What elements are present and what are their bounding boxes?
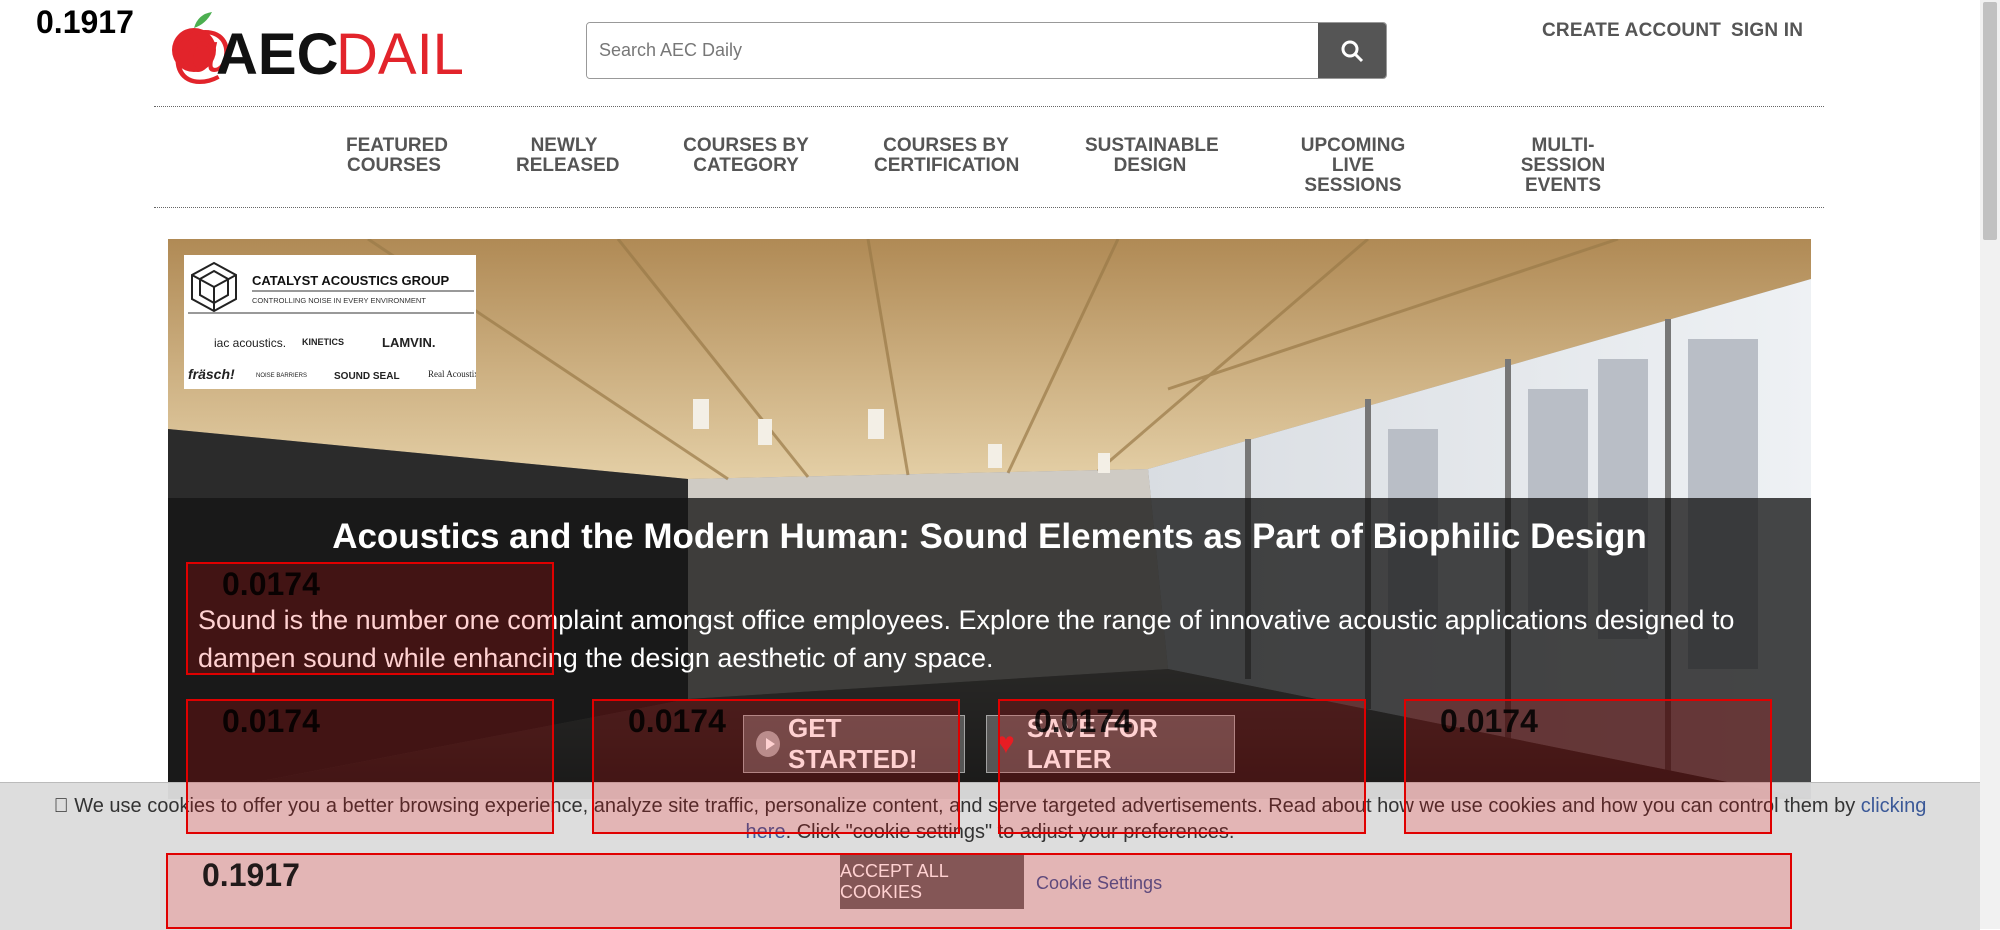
search-input[interactable]: [587, 23, 1319, 78]
create-account-link[interactable]: CREATE ACCOUNT: [1542, 20, 1721, 42]
detection-box: 0.0174: [186, 699, 554, 834]
svg-text:SOUND SEAL: SOUND SEAL: [334, 371, 400, 382]
search-icon: [1341, 40, 1364, 62]
nav-multi-session-events[interactable]: MULTI-SESSION EVENTS: [1490, 136, 1636, 196]
detection-box-wide: 0.1917: [166, 853, 1792, 929]
overlay-score-top: 0.1917: [36, 4, 134, 40]
svg-text:LAMVIN.: LAMVIN.: [382, 335, 435, 350]
sponsor-tagline: CONTROLLING NOISE IN EVERY ENVIRONMENT: [252, 296, 426, 305]
nav-featured-courses[interactable]: FEATURED COURSES: [346, 136, 448, 176]
nav-upcoming-live-sessions[interactable]: UPCOMING LIVE SESSIONS: [1282, 136, 1424, 196]
svg-text:NOISE BARRIERS: NOISE BARRIERS: [256, 373, 307, 379]
svg-text:AEC: AEC: [216, 22, 338, 86]
detection-box: 0.0174: [592, 699, 960, 834]
sponsor-logo-panel: CATALYST ACOUSTICS GROUP CONTROLLING NOI…: [184, 255, 479, 389]
search-bar: [586, 22, 1387, 79]
nav-sustainable-design[interactable]: SUSTAINABLE DESIGN: [1085, 136, 1219, 176]
svg-text:KINETICS: KINETICS: [302, 337, 344, 347]
search-button[interactable]: [1318, 23, 1386, 78]
sponsor-name: CATALYST ACOUSTICS GROUP: [252, 273, 450, 288]
svg-text:DAILY.: DAILY.: [336, 22, 462, 86]
detection-box: 0.0174: [1404, 699, 1772, 834]
svg-text:iac acoustics.: iac acoustics.: [214, 336, 286, 350]
scrollbar-thumb[interactable]: [1983, 2, 1997, 240]
svg-text:Real Acoustix: Real Acoustix: [428, 369, 476, 379]
nav-courses-by-category[interactable]: COURSES BY CATEGORY: [683, 136, 809, 176]
nav-newly-released[interactable]: NEWLY RELEASED: [516, 136, 619, 176]
header-divider: [154, 106, 1824, 107]
nav-divider: [154, 207, 1824, 208]
sign-in-link[interactable]: SIGN IN: [1731, 20, 1803, 42]
detection-box: 0.0174: [998, 699, 1366, 834]
svg-text:fräsch!: fräsch!: [188, 366, 235, 382]
hero-title: Acoustics and the Modern Human: Sound El…: [332, 517, 1647, 556]
detection-box: 0.0174: [186, 562, 554, 675]
nav-courses-by-certification[interactable]: COURSES BY CERTIFICATION: [874, 136, 1019, 176]
page-scrollbar[interactable]: [1980, 0, 2000, 929]
aec-daily-logo[interactable]: @ AEC DAILY.: [166, 8, 508, 88]
